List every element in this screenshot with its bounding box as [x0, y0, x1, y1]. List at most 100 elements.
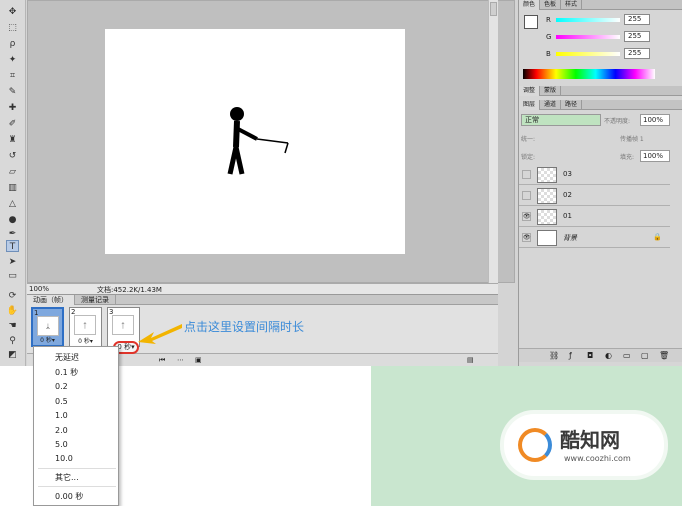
mask-icon[interactable]: ◘	[587, 351, 593, 360]
marquee-icon[interactable]: ⬚	[6, 22, 19, 34]
rotate-icon[interactable]: ⟳	[6, 290, 19, 302]
move-icon[interactable]: ✥	[6, 6, 19, 18]
tab-channels[interactable]: 通道	[540, 100, 562, 110]
logo-icon	[518, 428, 552, 462]
path-select-icon[interactable]: ➤	[6, 256, 19, 268]
g-value-field[interactable]: 255	[624, 31, 650, 42]
color-spectrum[interactable]	[523, 69, 655, 79]
type-icon[interactable]: T	[6, 240, 19, 252]
frame-thumbnail: ᛦ	[37, 316, 59, 336]
shape-icon[interactable]: ▭	[6, 270, 19, 282]
g-label: G	[546, 33, 552, 41]
menu-item-5.0[interactable]: 5.0	[55, 440, 68, 449]
layer-01[interactable]: 👁 01	[519, 207, 670, 227]
b-value-field[interactable]: 255	[624, 48, 650, 59]
zoom-level[interactable]: 100%	[29, 285, 49, 293]
pen-icon[interactable]: ✒	[6, 228, 19, 240]
frame-thumbnail: ᛏ	[74, 315, 96, 335]
stamp-icon[interactable]: ♜	[6, 134, 19, 146]
tools-panel: ✥ ⬚ ρ ✦ ⌗ ✎ ✚ ✐ ♜ ↺ ▱ ▥ △ ● ✒ T ➤ ▭ ⟳ ✋ …	[0, 0, 26, 366]
r-value-field[interactable]: 255	[624, 14, 650, 25]
document-canvas[interactable]	[105, 29, 405, 254]
b-slider[interactable]	[556, 52, 620, 56]
frame-delay[interactable]: 0 秒▾	[70, 337, 101, 346]
eye-icon[interactable]: 👁	[522, 212, 531, 221]
g-slider[interactable]	[556, 35, 620, 39]
opacity-field[interactable]: 100%	[640, 114, 670, 126]
menu-item-no-delay[interactable]: 无延迟	[55, 352, 79, 363]
menu-separator	[38, 486, 116, 487]
folder-icon[interactable]: ▭	[623, 351, 631, 360]
brush-icon[interactable]: ✐	[6, 118, 19, 130]
vertical-scrollbar[interactable]	[488, 0, 498, 284]
fill-label: 填充:	[620, 154, 635, 161]
animation-frame-1[interactable]: 1 ᛦ 0 秒▾	[31, 307, 64, 347]
gradient-icon[interactable]: ▥	[6, 182, 19, 194]
duplicate-frame-icon[interactable]: ▣	[195, 356, 202, 364]
dodge-icon[interactable]: ●	[6, 214, 19, 226]
frame-delay[interactable]: 0 秒▾	[33, 336, 62, 345]
adjust-panel-tabs: 调整 蒙版	[519, 86, 682, 96]
visibility-toggle[interactable]	[522, 191, 531, 200]
new-layer-icon[interactable]: ▢	[641, 351, 649, 360]
blur-icon[interactable]: △	[6, 198, 19, 210]
menu-item-current[interactable]: 0.00 秒	[55, 491, 83, 502]
trash-icon[interactable]: 🗑	[659, 351, 669, 360]
crop-icon[interactable]: ⌗	[6, 70, 19, 82]
tween-icon[interactable]: ⋯	[177, 356, 184, 364]
link-layers-icon[interactable]: ⛓	[549, 351, 559, 360]
tab-layers[interactable]: 图层	[519, 100, 541, 110]
animation-tabs: 动画（帧） 测量记录	[27, 295, 498, 305]
eye-icon[interactable]: 👁	[522, 233, 531, 242]
color-panel-tabs: 颜色 色板 样式	[519, 0, 682, 10]
adjustment-layer-icon[interactable]: ◐	[605, 351, 612, 360]
tab-animation[interactable]: 动画（帧）	[27, 295, 75, 305]
layer-background[interactable]: 👁 背景 🔒	[519, 228, 670, 248]
menu-item-2.0[interactable]: 2.0	[55, 426, 68, 435]
tab-measurement-log[interactable]: 测量记录	[75, 295, 116, 305]
r-slider[interactable]	[556, 18, 620, 22]
hand-icon[interactable]: ✋	[6, 305, 19, 317]
arrow-icon	[138, 324, 182, 344]
menu-item-10.0[interactable]: 10.0	[55, 454, 73, 463]
fill-field[interactable]: 100%	[640, 150, 670, 162]
menu-item-0.5[interactable]: 0.5	[55, 397, 68, 406]
menu-item-0.1[interactable]: 0.1 秒	[55, 367, 78, 378]
fx-icon[interactable]: ƒ	[569, 351, 572, 360]
menu-item-other[interactable]: 其它...	[55, 472, 79, 483]
propagate-frame-label[interactable]: 传播帧 1	[620, 134, 644, 143]
logo-url: www.coozhi.com	[564, 454, 631, 463]
healing-icon[interactable]: ✚	[6, 102, 19, 114]
tab-masks[interactable]: 蒙版	[540, 86, 562, 96]
eraser-icon[interactable]: ▱	[6, 166, 19, 178]
history-brush-icon[interactable]: ↺	[6, 150, 19, 162]
eyedropper-icon[interactable]: ✎	[6, 86, 19, 98]
zoom-icon[interactable]: ⚲	[6, 335, 19, 347]
color-swatch-icon[interactable]: ◩	[6, 349, 19, 361]
blend-mode-select[interactable]: 正常	[521, 114, 601, 126]
layer-02[interactable]: 02	[519, 186, 670, 206]
unify-label: 统一:	[521, 136, 536, 143]
menu-separator	[38, 468, 116, 469]
foreground-color-swatch[interactable]	[524, 15, 538, 29]
site-logo: 酷知网 www.coozhi.com	[504, 414, 664, 476]
tab-swatches[interactable]: 色板	[540, 0, 562, 10]
tab-color[interactable]: 颜色	[519, 0, 541, 10]
first-frame-icon[interactable]: ⏮	[159, 356, 165, 365]
tab-adjustments[interactable]: 调整	[519, 86, 541, 96]
menu-item-0.2[interactable]: 0.2	[55, 382, 68, 391]
menu-item-1.0[interactable]: 1.0	[55, 411, 68, 420]
layer-03[interactable]: 03	[519, 165, 670, 185]
layer-thumbnail	[537, 209, 557, 225]
layer-thumbnail	[537, 188, 557, 204]
magic-wand-icon[interactable]: ✦	[6, 54, 19, 66]
tab-styles[interactable]: 样式	[561, 0, 583, 10]
layer-thumbnail	[537, 167, 557, 183]
tab-paths[interactable]: 路径	[561, 100, 583, 110]
timeline-icon[interactable]: ▤	[467, 356, 474, 364]
visibility-toggle[interactable]	[522, 170, 531, 179]
logo-brand: 酷知网	[560, 428, 620, 452]
animation-frame-2[interactable]: 2 ᛏ 0 秒▾	[69, 307, 102, 347]
lasso-icon[interactable]: ρ	[6, 38, 19, 50]
hand-icon-2[interactable]: ☚	[6, 320, 19, 332]
